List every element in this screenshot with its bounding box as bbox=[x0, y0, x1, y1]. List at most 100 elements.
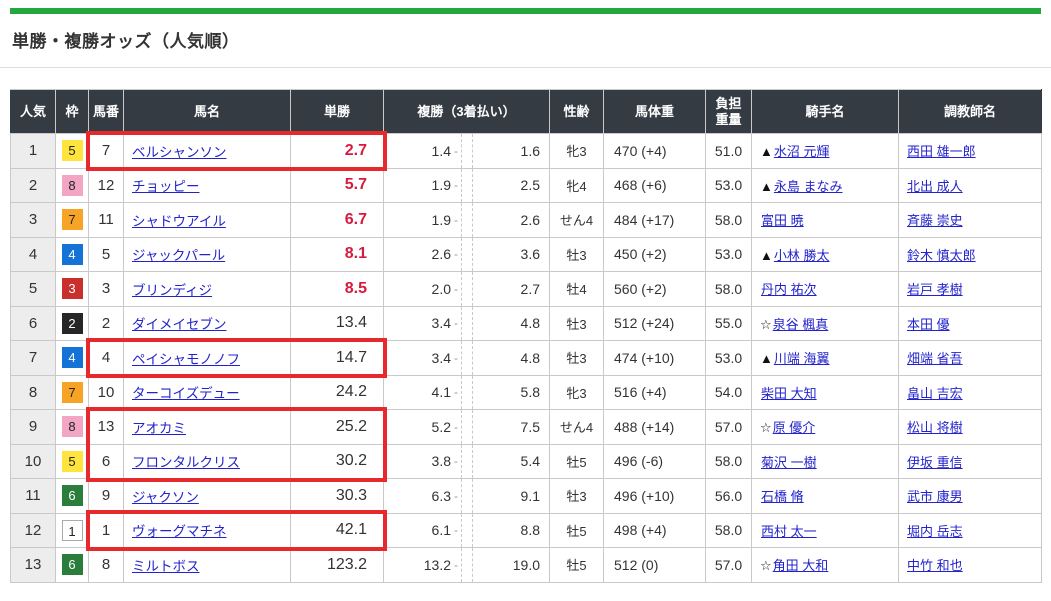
range-dash: - bbox=[451, 523, 461, 537]
trainer-link[interactable]: 伊坂 重信 bbox=[907, 455, 963, 470]
horse-name-link[interactable]: ミルトボス bbox=[132, 559, 200, 574]
horse-name-link[interactable]: ジャクソン bbox=[132, 490, 199, 505]
horse-name-link[interactable]: チョッピー bbox=[132, 179, 200, 194]
horse-weight-cell: 484 (+17) bbox=[604, 203, 706, 238]
horse-weight-cell: 470 (+4) bbox=[604, 134, 706, 169]
apprentice-mark: ▲ bbox=[760, 144, 773, 159]
horse-name-link[interactable]: ダイメイセブン bbox=[132, 317, 227, 332]
accent-bar bbox=[10, 8, 1041, 14]
win-odds-cell: 30.3 bbox=[291, 479, 384, 514]
jockey-link[interactable]: 柴田 大知 bbox=[761, 386, 817, 401]
frame-cell: 7 bbox=[56, 203, 89, 238]
place-odds-cell: 1.9 - 2.5 bbox=[384, 168, 550, 203]
win-odds-cell: 123.2 bbox=[291, 548, 384, 583]
header-horse-weight: 馬体重 bbox=[604, 90, 706, 134]
frame-cell: 5 bbox=[56, 134, 89, 169]
place-odds-range: 3.4 - 4.8 bbox=[384, 341, 549, 375]
dashed-divider bbox=[461, 238, 473, 272]
jockey-link[interactable]: 角田 大和 bbox=[773, 558, 829, 573]
trainer-link[interactable]: 畑端 省吾 bbox=[907, 351, 963, 366]
jockey-cell: 富田 暁 bbox=[752, 203, 899, 238]
load-weight-cell: 57.0 bbox=[706, 410, 752, 445]
jockey-link[interactable]: 小林 勝太 bbox=[774, 248, 830, 263]
trainer-link[interactable]: 武市 康男 bbox=[907, 489, 963, 504]
frame-cell: 2 bbox=[56, 306, 89, 341]
horse-name-link[interactable]: ベルシャンソン bbox=[132, 145, 227, 160]
range-dash: - bbox=[451, 144, 461, 158]
horse-name-cell: シャドウアイル bbox=[124, 203, 291, 238]
apprentice-mark: ▲ bbox=[760, 248, 773, 263]
trainer-link[interactable]: 本田 優 bbox=[907, 317, 950, 332]
rank-cell: 6 bbox=[11, 306, 56, 341]
horse-name-link[interactable]: シャドウアイル bbox=[132, 214, 226, 229]
trainer-link[interactable]: 西田 雄一郎 bbox=[907, 144, 976, 159]
horse-number-cell: 2 bbox=[89, 306, 124, 341]
jockey-link[interactable]: 原 優介 bbox=[773, 420, 816, 435]
trainer-link[interactable]: 北出 成人 bbox=[907, 179, 963, 194]
frame-number-badge: 6 bbox=[62, 554, 83, 575]
load-weight-cell: 55.0 bbox=[706, 306, 752, 341]
jockey-link[interactable]: 川端 海翼 bbox=[774, 351, 830, 366]
win-odds-value: 5.7 bbox=[345, 176, 367, 193]
jockey-cell: ☆角田 大和 bbox=[752, 548, 899, 583]
horse-weight-cell: 488 (+14) bbox=[604, 410, 706, 445]
horse-name-link[interactable]: ジャックパール bbox=[132, 248, 225, 263]
jockey-link[interactable]: 泉谷 楓真 bbox=[773, 317, 829, 332]
jockey-link[interactable]: 永島 まなみ bbox=[774, 179, 843, 194]
jockey-link[interactable]: 菊沢 一樹 bbox=[761, 455, 817, 470]
trainer-cell: 武市 康男 bbox=[899, 479, 1042, 514]
trainer-link[interactable]: 畠山 吉宏 bbox=[907, 386, 963, 401]
frame-number-badge: 1 bbox=[62, 520, 83, 541]
jockey-cell: 丹内 祐次 bbox=[752, 272, 899, 307]
apprentice-mark: ☆ bbox=[760, 317, 772, 332]
header-win-odds: 単勝 bbox=[291, 90, 384, 134]
jockey-link[interactable]: 丹内 祐次 bbox=[761, 282, 817, 297]
place-odds-min: 1.9 bbox=[384, 177, 451, 193]
win-odds-value: 6.7 bbox=[345, 211, 367, 228]
horse-number-cell: 7 bbox=[89, 134, 124, 169]
horse-number-cell: 11 bbox=[89, 203, 124, 238]
horse-name-link[interactable]: ヴォーグマチネ bbox=[132, 524, 227, 539]
place-odds-max: 2.6 bbox=[473, 212, 549, 228]
trainer-cell: 本田 優 bbox=[899, 306, 1042, 341]
jockey-cell: 西村 太一 bbox=[752, 513, 899, 548]
rank-cell: 3 bbox=[11, 203, 56, 238]
place-odds-max: 4.8 bbox=[473, 350, 549, 366]
trainer-link[interactable]: 中竹 和也 bbox=[907, 558, 963, 573]
jockey-link[interactable]: 石橋 脩 bbox=[761, 489, 804, 504]
jockey-link[interactable]: 西村 太一 bbox=[761, 524, 817, 539]
horse-name-link[interactable]: ターコイズデュー bbox=[132, 386, 240, 401]
trainer-link[interactable]: 堀内 岳志 bbox=[907, 524, 963, 539]
sex-age-cell: 牡3 bbox=[550, 237, 604, 272]
sex-age-cell: せん4 bbox=[550, 203, 604, 238]
sex-age-cell: 牡3 bbox=[550, 306, 604, 341]
horse-number-cell: 10 bbox=[89, 375, 124, 410]
horse-name-link[interactable]: フロンタルクリス bbox=[132, 455, 240, 470]
place-odds-max: 1.6 bbox=[473, 143, 549, 159]
sex-age-cell: 牝3 bbox=[550, 375, 604, 410]
trainer-link[interactable]: 斉藤 崇史 bbox=[907, 213, 963, 228]
jockey-link[interactable]: 水沼 元輝 bbox=[774, 144, 830, 159]
win-odds-value: 14.7 bbox=[336, 349, 367, 366]
win-odds-cell: 14.7 bbox=[291, 341, 384, 376]
trainer-link[interactable]: 鈴木 慎太郎 bbox=[907, 248, 976, 263]
range-dash: - bbox=[451, 247, 461, 261]
trainer-link[interactable]: 岩戸 孝樹 bbox=[907, 282, 963, 297]
jockey-link[interactable]: 富田 暁 bbox=[761, 213, 804, 228]
trainer-link[interactable]: 松山 将樹 bbox=[907, 420, 963, 435]
dashed-divider bbox=[461, 410, 473, 444]
place-odds-max: 2.5 bbox=[473, 177, 549, 193]
win-odds-value: 30.2 bbox=[336, 452, 367, 469]
horse-name-link[interactable]: ペイシャモノノフ bbox=[132, 352, 240, 367]
rank-cell: 11 bbox=[11, 479, 56, 514]
win-odds-value: 25.2 bbox=[336, 418, 367, 435]
dashed-divider bbox=[461, 479, 473, 513]
horse-name-link[interactable]: ブリンディジ bbox=[132, 283, 212, 298]
header-frame: 枠 bbox=[56, 90, 89, 134]
horse-name-link[interactable]: アオカミ bbox=[132, 421, 186, 436]
place-odds-min: 13.2 bbox=[384, 557, 451, 573]
frame-number-badge: 7 bbox=[62, 209, 83, 230]
range-dash: - bbox=[451, 558, 461, 572]
horse-weight-cell: 474 (+10) bbox=[604, 341, 706, 376]
frame-cell: 8 bbox=[56, 168, 89, 203]
